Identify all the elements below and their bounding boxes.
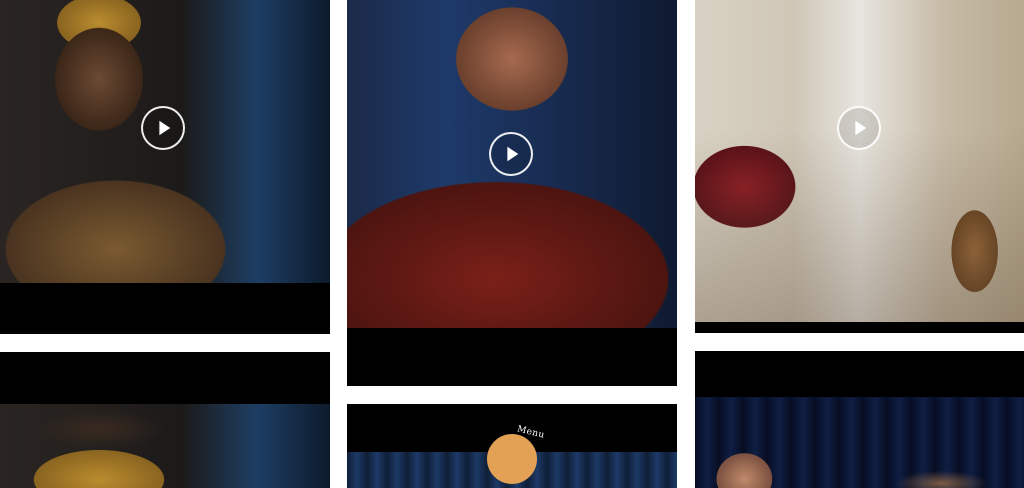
play-icon xyxy=(855,120,867,136)
video-tile-guitarist[interactable] xyxy=(347,0,677,386)
play-button[interactable] xyxy=(837,106,881,150)
play-button[interactable] xyxy=(141,106,185,150)
play-icon xyxy=(507,146,519,162)
caption-bar xyxy=(347,328,677,386)
video-thumbnail xyxy=(695,397,1024,488)
video-tile-drummer[interactable] xyxy=(695,351,1024,488)
caption-bar xyxy=(0,352,330,404)
video-thumbnail xyxy=(0,404,330,488)
play-icon xyxy=(159,120,171,136)
video-thumbnail xyxy=(695,0,1024,322)
video-tile-singer[interactable] xyxy=(0,0,330,334)
caption-bar xyxy=(695,351,1024,397)
caption-bar xyxy=(695,322,1024,333)
video-tile-studio-band[interactable] xyxy=(695,0,1024,333)
play-button[interactable] xyxy=(489,132,533,176)
caption-bar xyxy=(0,283,330,334)
menu-button[interactable] xyxy=(487,434,537,484)
video-tile-singer-2[interactable] xyxy=(0,352,330,488)
